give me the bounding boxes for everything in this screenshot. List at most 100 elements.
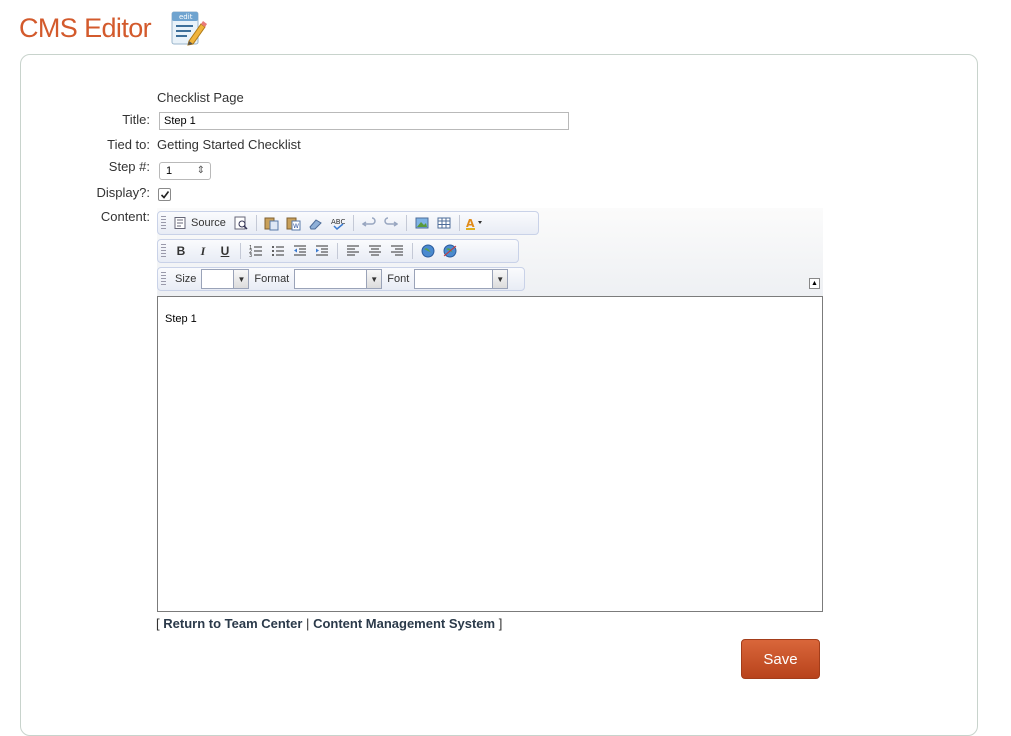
indent-icon [316,245,328,256]
toolbar-separator [337,243,338,259]
cms-link[interactable]: Content Management System [313,616,495,631]
editor-content-area[interactable]: Step 1 [157,296,823,612]
bracket-open: [ [156,616,160,631]
preview-icon [234,216,248,230]
align-center-icon [369,245,381,256]
title-input[interactable]: Step 1 [159,112,569,130]
toolbar-separator [412,243,413,259]
page-header: CMS Editor edit [19,4,208,52]
unlink-button[interactable] [440,241,460,261]
display-checkbox[interactable] [158,188,171,201]
step-label: Step #: [108,159,150,174]
align-right-button[interactable] [387,241,407,261]
svg-text:W: W [293,223,299,230]
format-dropdown[interactable]: ▼ [294,269,383,289]
svg-text:3: 3 [249,253,252,258]
paste-word-button[interactable]: W [284,213,304,233]
table-icon [437,217,451,229]
text-color-button[interactable]: A [465,213,485,233]
paste-icon [264,217,279,230]
text-color-icon: A [465,217,482,230]
undo-button[interactable] [359,213,379,233]
underline-button[interactable]: U [215,241,235,261]
font-label: Font [387,273,410,285]
size-dropdown[interactable]: ▼ [201,269,250,289]
rich-text-editor: Source W ABC A B I U 1 2 3 Size ▼ Format… [157,208,823,612]
image-icon [415,217,429,229]
outdent-icon [294,245,306,256]
toolbar-grip [161,244,166,258]
checkmark-icon [160,191,170,199]
source-icon [174,217,186,229]
paste-word-icon: W [286,217,301,230]
collapse-toolbar-button[interactable]: ▲ [809,278,820,289]
paste-button[interactable] [262,213,282,233]
chevron-down-icon: ▼ [366,270,382,288]
step-select-value: 1 [166,165,173,177]
toolbar-separator [405,215,407,231]
toolbar-grip [161,216,166,230]
redo-button[interactable] [381,213,401,233]
eraser-button[interactable] [306,213,326,233]
link-divider: | [306,616,310,631]
svg-text:ABC: ABC [331,218,345,226]
size-label: Size [175,273,197,285]
page-title: CMS Editor [19,12,152,43]
editor-toolbar: Source W ABC A B I U 1 2 3 Size ▼ Format… [157,208,823,296]
toolbar-grip [161,272,166,286]
numbered-list-icon: 123 [249,245,262,258]
toolbar-row-1: Source W ABC A [157,211,539,235]
align-right-icon [391,245,403,256]
bullet-list-icon [272,246,284,256]
toolbar-separator [240,243,241,259]
preview-button[interactable] [231,213,251,233]
spellcheck-icon: ABC [331,218,345,230]
indent-button[interactable] [312,241,332,261]
bullet-list-button[interactable] [268,241,288,261]
font-dropdown[interactable]: ▼ [414,269,509,289]
table-button[interactable] [434,213,454,233]
content-label: Content: [100,209,150,224]
page-type-label: Checklist Page [157,90,244,105]
format-dropdown-value [295,270,366,288]
tied-to-value: Getting Started Checklist [157,137,301,152]
undo-icon [361,217,376,227]
chevron-down-icon: ▼ [492,270,508,288]
edit-document-icon: edit [167,8,208,48]
align-left-icon [347,245,359,256]
spellcheck-button[interactable]: ABC [328,213,348,233]
image-button[interactable] [412,213,432,233]
source-label: Source [191,217,226,229]
unlink-globe-icon [443,244,457,258]
outdent-button[interactable] [290,241,310,261]
svg-text:edit: edit [179,13,193,21]
display-label: Display?: [96,185,150,200]
title-label: Title: [122,112,150,127]
format-label: Format [254,273,290,285]
editor-content-text: Step 1 [165,313,197,325]
toolbar-separator [352,215,354,231]
link-button[interactable] [418,241,438,261]
return-team-center-link[interactable]: Return to Team Center [163,616,302,631]
toolbar-row-3: Size ▼ Format ▼ Font ▼ [157,267,525,291]
align-center-button[interactable] [365,241,385,261]
save-button[interactable]: Save [741,639,820,679]
updown-chevron-icon: ⇕ [196,165,205,176]
bracket-close: ] [498,616,503,631]
chevron-down-icon: ▼ [233,270,249,288]
link-globe-icon [421,244,435,258]
toolbar-separator [458,215,460,231]
redo-icon [384,217,398,227]
font-dropdown-value [415,270,492,288]
align-left-button[interactable] [343,241,363,261]
eraser-icon [309,218,323,229]
footer-links: [ Return to Team Center | Content Manage… [156,616,502,631]
toolbar-row-2: B I U 123 [157,239,519,263]
numbered-list-button[interactable]: 123 [246,241,266,261]
tied-to-label: Tied to: [107,137,150,152]
italic-button[interactable]: I [193,241,213,261]
source-button[interactable]: Source [171,213,229,233]
step-select[interactable]: 1 ⇕ [159,162,211,180]
bold-button[interactable]: B [171,241,191,261]
size-dropdown-value [202,270,233,288]
